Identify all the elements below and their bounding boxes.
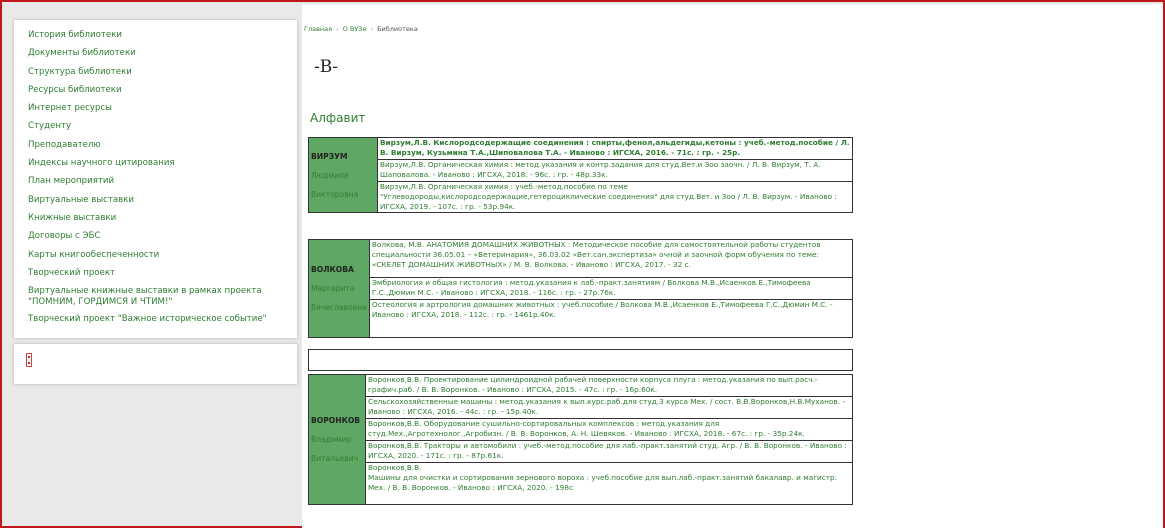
library-sidebar-menu: История библиотеки Документы библиотеки …	[14, 20, 297, 338]
sidebar-item-library-documents[interactable]: Документы библиотеки	[28, 48, 283, 59]
book-entry[interactable]: Вирзум,Л.В. Органическая химия : учеб.-м…	[377, 181, 853, 213]
sidebar-item-events-plan[interactable]: План мероприятий	[28, 176, 283, 187]
book-entry[interactable]: Воронков,В.В. Тракторы и автомобили : уч…	[365, 440, 853, 463]
author-first-name: Маргарита	[311, 284, 355, 293]
book-entry[interactable]: Эмбриология и общая гистология : метод.у…	[368, 277, 854, 300]
sidebar-item-book-exhibitions[interactable]: Книжные выставки	[28, 213, 283, 224]
sidebar-item-library-history[interactable]: История библиотеки	[28, 30, 283, 41]
author-first-name: Владимир	[311, 435, 352, 444]
sidebar-item-library-structure[interactable]: Структура библиотеки	[28, 67, 283, 78]
author-surname: ВОРОНКОВ	[311, 416, 361, 425]
sidebar-item-teacher[interactable]: Преподавателю	[28, 140, 283, 151]
author-patronymic: Викторовна	[311, 189, 359, 199]
sidebar-item-citation-indexes[interactable]: Индексы научного цитирования	[28, 158, 283, 169]
spacer-table	[308, 349, 853, 371]
author-surname: ВОЛКОВА	[311, 265, 354, 274]
page-frame: История библиотеки Документы библиотеки …	[0, 0, 1165, 528]
alphabet-title[interactable]: Алфавит	[310, 111, 365, 125]
author-first-name: Людмила	[311, 170, 349, 180]
sidebar-item-creative-project[interactable]: Творческий проект	[28, 268, 283, 279]
author-table: ВОРОНКОВ Владимир Витальевич Воронков,В.…	[308, 374, 853, 505]
author-table: ВИРЗУМ Людмила Викторовна Вирзум,Л.В. Ки…	[308, 137, 853, 213]
book-entry[interactable]: Сельскохозяйственные машины : метод.указ…	[365, 396, 853, 419]
breadcrumb: Главная › О ВУЗе › Библиотека	[304, 25, 418, 33]
author-patronymic: Вячеславовна	[311, 303, 367, 312]
book-title-line: Машины для очистки и сортирования зернов…	[368, 473, 837, 492]
sidebar-item-historical-event-project[interactable]: Творческий проект "Важное историческое с…	[28, 314, 283, 325]
sidebar-item-library-resources[interactable]: Ресурсы библиотеки	[28, 85, 283, 96]
book-author-line: Воронков,В.В.	[368, 463, 422, 472]
sidebar-item-internet-resources[interactable]: Интернет ресурсы	[28, 103, 283, 114]
broken-image-icon	[26, 353, 32, 367]
main-content: Главная › О ВУЗе › Библиотека -В- Алфавит ВИ…	[302, 4, 1163, 528]
author-cell: ВОЛКОВА Маргарита Вячеславовна	[308, 239, 370, 338]
breadcrumb-section-link[interactable]: О ВУЗе	[343, 25, 367, 33]
book-entry[interactable]: Воронков,В.В. Оборудование сушильно-сорт…	[365, 418, 853, 441]
book-entry[interactable]: Воронков,В.В. Машины для очистки и сорти…	[365, 462, 853, 505]
empty-cell	[308, 349, 853, 371]
sidebar-item-student[interactable]: Студенту	[28, 121, 283, 132]
book-entry[interactable]: Остеология и артрология домашних животны…	[368, 299, 854, 338]
breadcrumb-current: Библиотека	[377, 25, 418, 33]
breadcrumb-home-link[interactable]: Главная	[304, 25, 332, 33]
book-entry[interactable]: Волкова, М.В. АНАТОМИЯ ДОМАШНИХ ЖИВОТНЫХ…	[368, 239, 854, 278]
breadcrumb-separator-icon: ›	[370, 25, 374, 33]
book-entry[interactable]: Вирзум,Л.В. Органическая химия : метод.у…	[377, 159, 853, 182]
sidebar-item-ebs-contracts[interactable]: Договоры с ЭБС	[28, 231, 283, 242]
sidebar-item-virtual-exhibitions[interactable]: Виртуальные выставки	[28, 195, 283, 206]
book-entry[interactable]: Вирзум,Л.В. Кислородсодержащие соединени…	[377, 137, 853, 160]
author-cell: ВИРЗУМ Людмила Викторовна	[308, 137, 378, 213]
sidebar-item-book-supply-maps[interactable]: Карты книгообеспеченности	[28, 250, 283, 261]
author-surname: ВИРЗУМ	[311, 151, 348, 161]
book-entry[interactable]: Воронков,В.В. Проектирование цилиндроидн…	[365, 374, 853, 397]
author-table: ВОЛКОВА Маргарита Вячеславовна Волкова, …	[308, 239, 854, 338]
author-patronymic: Витальевич	[311, 454, 359, 463]
author-cell: ВОРОНКОВ Владимир Витальевич	[308, 374, 366, 505]
letter-heading: -В-	[314, 57, 338, 77]
sidebar-widget	[14, 344, 297, 384]
sidebar-item-virtual-exhibitions-project[interactable]: Виртуальные книжные выставки в рамках пр…	[28, 286, 283, 308]
breadcrumb-separator-icon: ›	[336, 25, 339, 33]
